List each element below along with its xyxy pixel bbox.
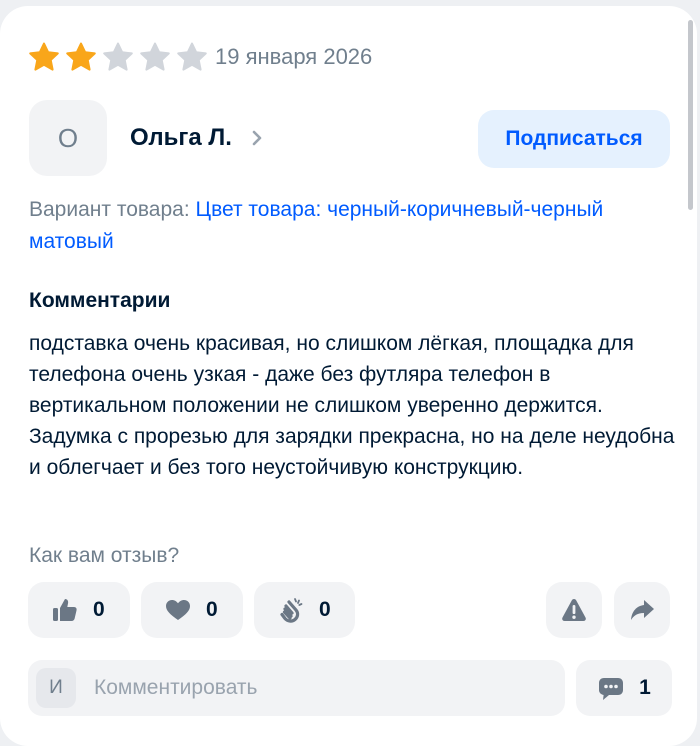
like-count: 0 xyxy=(93,598,105,621)
subscribe-button[interactable]: Подписаться xyxy=(478,110,670,168)
comments-count: 1 xyxy=(639,676,651,699)
comment-input[interactable] xyxy=(92,675,536,701)
love-count: 0 xyxy=(206,598,218,621)
like-button[interactable]: 0 xyxy=(28,582,130,638)
heart-icon xyxy=(166,600,190,620)
rating-stars xyxy=(28,42,208,72)
warning-icon xyxy=(562,599,586,621)
share-button[interactable] xyxy=(614,582,670,638)
variant-attribute[interactable]: Цвет товара: xyxy=(196,198,322,221)
author-name: Ольга Л. xyxy=(130,124,232,151)
applause-button[interactable]: 0 xyxy=(254,582,355,638)
product-variant: Вариант товара: Цвет товара: черный-кори… xyxy=(29,194,629,258)
comment-heading: Комментарии xyxy=(29,289,171,312)
applause-count: 0 xyxy=(319,598,331,621)
chat-bubble-icon xyxy=(599,678,624,700)
user-initial: И xyxy=(49,677,63,698)
author-initial: О xyxy=(57,122,79,153)
author-avatar[interactable]: О xyxy=(29,100,107,176)
love-button[interactable]: 0 xyxy=(141,582,243,638)
report-button[interactable] xyxy=(546,582,602,638)
comments-button[interactable]: 1 xyxy=(576,660,672,716)
thumbs-up-icon xyxy=(53,599,77,621)
variant-label: Вариант товара: xyxy=(29,198,190,221)
star-empty-icon xyxy=(140,42,170,71)
user-avatar: И xyxy=(36,668,76,708)
star-filled-icon xyxy=(29,42,59,71)
star-empty-icon xyxy=(103,42,133,71)
star-filled-icon xyxy=(66,42,96,71)
review-text: подставка очень красивая, но слишком лёг… xyxy=(29,332,675,479)
share-icon xyxy=(631,600,654,620)
clapping-hands-icon xyxy=(280,598,303,623)
chevron-right-icon xyxy=(252,130,262,146)
comment-field[interactable]: И xyxy=(28,660,565,716)
author-link[interactable]: Ольга Л. xyxy=(130,124,264,152)
feedback-question: Как вам отзыв? xyxy=(29,544,180,567)
review-date: 19 января 2026 xyxy=(215,44,373,69)
scrollbar[interactable] xyxy=(688,20,693,210)
review-card: 19 января 2026 О Ольга Л. Подписаться Ва… xyxy=(0,6,697,746)
star-empty-icon xyxy=(177,42,207,71)
